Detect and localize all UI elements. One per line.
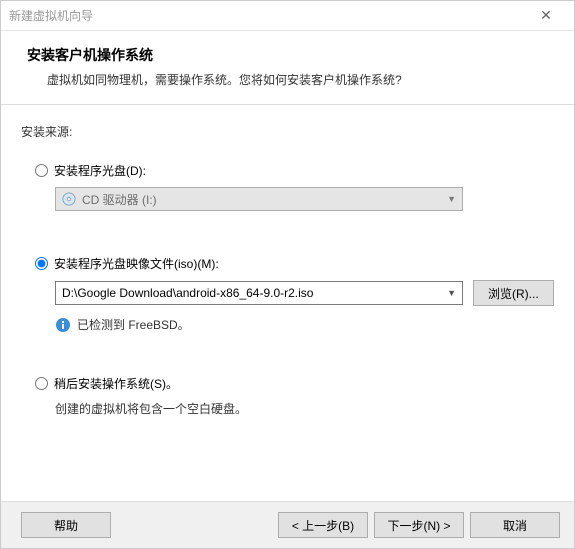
titlebar: 新建虚拟机向导 ✕ xyxy=(1,1,574,31)
chevron-down-icon: ▼ xyxy=(447,288,456,298)
window-title: 新建虚拟机向导 xyxy=(9,7,93,24)
cancel-button[interactable]: 取消 xyxy=(470,512,560,538)
radio-later-input[interactable] xyxy=(35,377,48,390)
disc-drive-combo[interactable]: CD 驱动器 (I:) ▼ xyxy=(55,187,463,211)
help-button[interactable]: 帮助 xyxy=(21,512,111,538)
page-subtitle: 虚拟机如同物理机，需要操作系统。您将如何安装客户机操作系统? xyxy=(47,71,548,88)
iso-row: D:\Google Download\android-x86_64-9.0-r2… xyxy=(55,280,554,306)
wizard-window: 新建虚拟机向导 ✕ 安装客户机操作系统 虚拟机如同物理机，需要操作系统。您将如何… xyxy=(0,0,575,549)
close-button[interactable]: ✕ xyxy=(526,2,566,30)
disc-drive-text: CD 驱动器 (I:) xyxy=(82,191,157,208)
radio-iso-input[interactable] xyxy=(35,257,48,270)
content-area: 安装来源: 安装程序光盘(D): CD 驱动器 (I:) ▼ xyxy=(1,105,574,501)
radio-iso[interactable]: 安装程序光盘映像文件(iso)(M): xyxy=(35,255,554,272)
option-later: 稍后安装操作系统(S)。 创建的虚拟机将包含一个空白硬盘。 xyxy=(35,375,554,417)
page-title: 安装客户机操作系统 xyxy=(27,45,548,65)
browse-button[interactable]: 浏览(R)... xyxy=(473,280,554,306)
info-icon xyxy=(55,317,71,333)
back-button[interactable]: < 上一步(B) xyxy=(278,512,368,538)
cd-icon xyxy=(62,192,76,206)
radio-iso-label: 安装程序光盘映像文件(iso)(M): xyxy=(54,255,219,272)
detected-text: 已检测到 FreeBSD。 xyxy=(77,316,190,333)
close-icon: ✕ xyxy=(540,7,552,24)
footer: 帮助 < 上一步(B) 下一步(N) > 取消 xyxy=(1,501,574,548)
radio-disc-input[interactable] xyxy=(35,164,48,177)
install-source-label: 安装来源: xyxy=(21,123,554,140)
iso-path-text: D:\Google Download\android-x86_64-9.0-r2… xyxy=(62,286,313,300)
radio-disc-label: 安装程序光盘(D): xyxy=(54,162,146,179)
radio-disc[interactable]: 安装程序光盘(D): xyxy=(35,162,554,179)
wizard-header: 安装客户机操作系统 虚拟机如同物理机，需要操作系统。您将如何安装客户机操作系统? xyxy=(1,31,574,105)
option-disc: 安装程序光盘(D): CD 驱动器 (I:) ▼ xyxy=(35,162,554,211)
iso-path-combo[interactable]: D:\Google Download\android-x86_64-9.0-r2… xyxy=(55,281,463,305)
option-iso: 安装程序光盘映像文件(iso)(M): D:\Google Download\a… xyxy=(35,255,554,333)
radio-later-label: 稍后安装操作系统(S)。 xyxy=(54,375,178,392)
next-button[interactable]: 下一步(N) > xyxy=(374,512,464,538)
later-description: 创建的虚拟机将包含一个空白硬盘。 xyxy=(55,400,554,417)
chevron-down-icon: ▼ xyxy=(447,194,456,204)
detected-row: 已检测到 FreeBSD。 xyxy=(55,316,554,333)
radio-group: 安装程序光盘(D): CD 驱动器 (I:) ▼ xyxy=(35,162,554,417)
radio-later[interactable]: 稍后安装操作系统(S)。 xyxy=(35,375,554,392)
